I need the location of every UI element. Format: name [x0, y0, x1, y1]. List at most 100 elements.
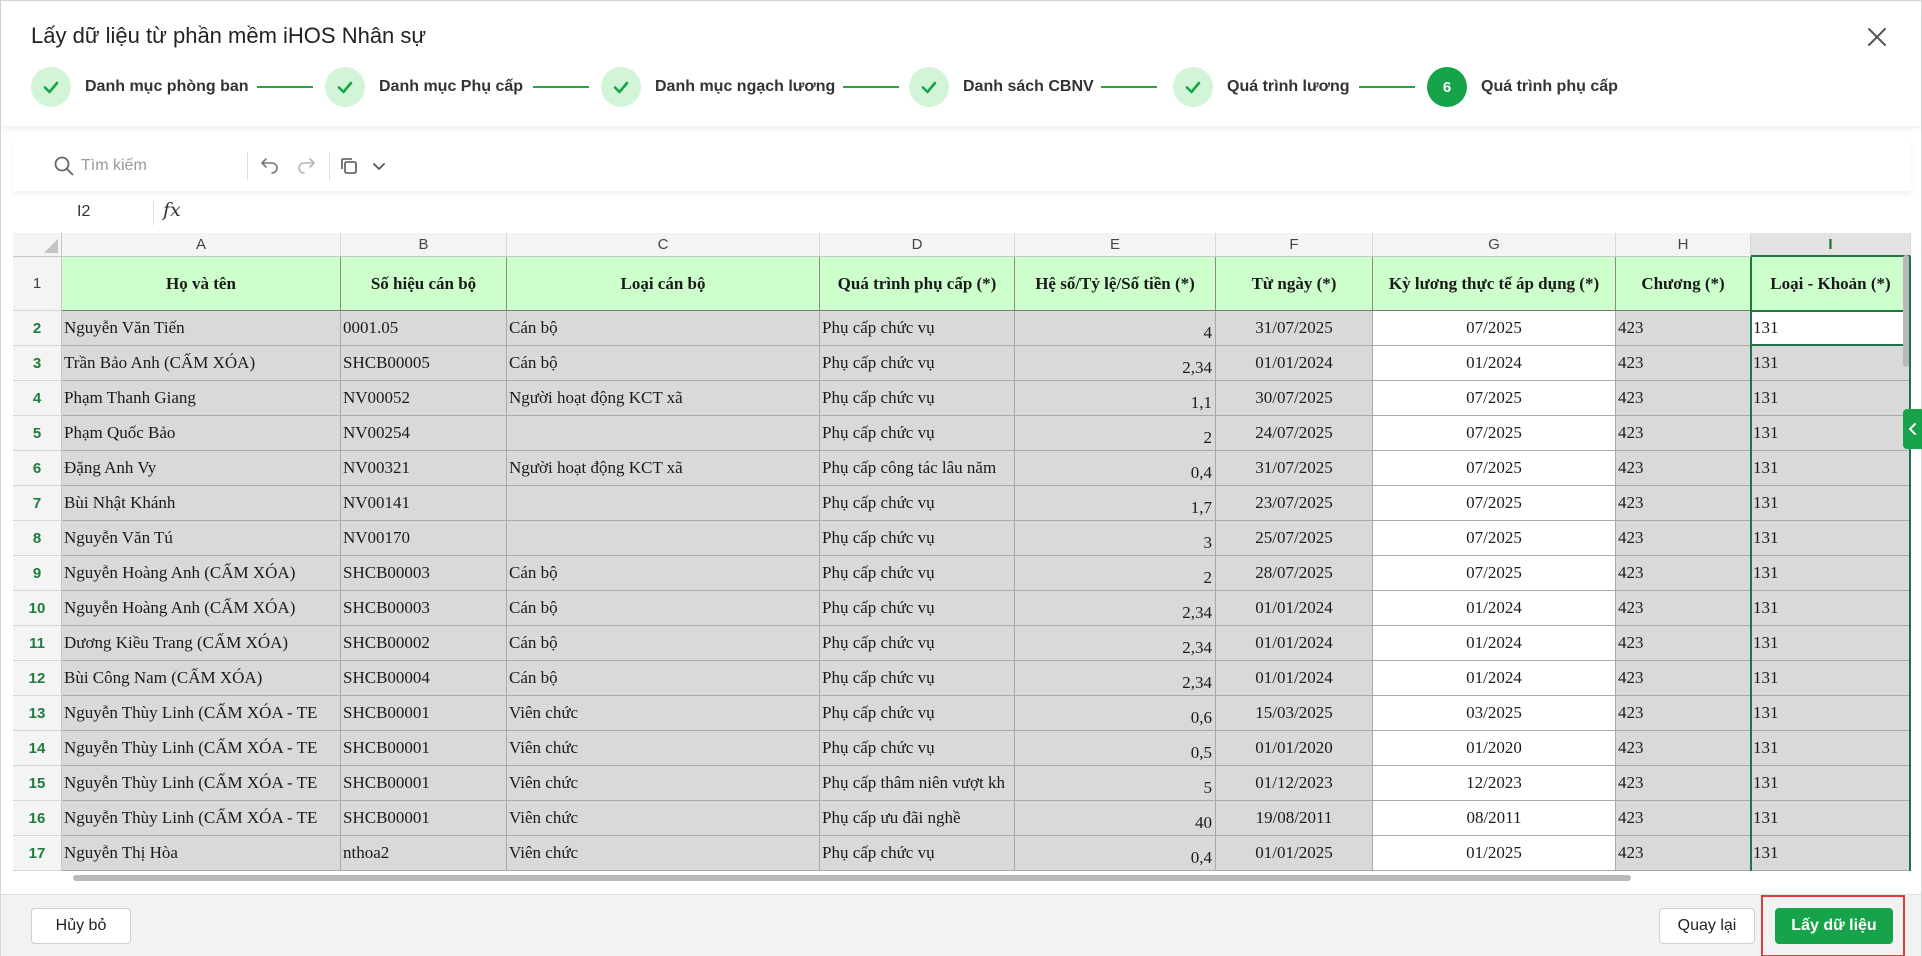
table-cell[interactable]: 131 — [1751, 556, 1911, 591]
table-cell[interactable]: Phụ cấp chức vụ — [820, 416, 1015, 451]
table-cell[interactable]: 01/01/2024 — [1216, 626, 1373, 661]
column-header-d[interactable]: D — [820, 233, 1015, 257]
table-cell[interactable]: 131 — [1751, 381, 1911, 416]
table-cell[interactable]: 423 — [1616, 591, 1751, 626]
side-panel-toggle[interactable] — [1903, 409, 1922, 449]
table-cell[interactable]: Viên chức — [507, 696, 820, 731]
table-cell[interactable]: Người hoạt động KCT xã — [507, 451, 820, 486]
table-cell[interactable]: 07/2025 — [1373, 556, 1616, 591]
table-cell[interactable]: 25/07/2025 — [1216, 521, 1373, 556]
table-cell[interactable]: SHCB00001 — [341, 731, 507, 766]
table-cell[interactable]: 423 — [1616, 381, 1751, 416]
table-cell[interactable]: 423 — [1616, 416, 1751, 451]
table-cell[interactable]: 01/12/2023 — [1216, 766, 1373, 801]
table-cell[interactable]: 01/2024 — [1373, 346, 1616, 381]
table-cell[interactable]: Nguyễn Thị Hòa — [62, 836, 341, 871]
table-cell[interactable]: 423 — [1616, 626, 1751, 661]
table-cell[interactable]: 131 — [1751, 766, 1911, 801]
column-title-cell[interactable]: Từ ngày (*) — [1216, 257, 1373, 311]
table-cell[interactable]: 131 — [1751, 486, 1911, 521]
select-all-corner[interactable] — [13, 233, 62, 257]
table-cell[interactable]: 01/2024 — [1373, 626, 1616, 661]
table-cell[interactable]: 07/2025 — [1373, 381, 1616, 416]
table-cell[interactable]: 01/2024 — [1373, 661, 1616, 696]
row-header[interactable]: 15 — [13, 766, 62, 801]
column-title-cell[interactable]: Loại - Khoản (*) — [1751, 257, 1911, 311]
table-cell[interactable]: Viên chức — [507, 801, 820, 836]
vertical-scrollbar[interactable] — [1903, 255, 1909, 367]
table-cell[interactable]: 131 — [1751, 416, 1911, 451]
table-cell[interactable]: 01/2025 — [1373, 836, 1616, 871]
row-header[interactable]: 1 — [13, 257, 62, 311]
table-cell[interactable]: Cán bộ — [507, 346, 820, 381]
table-cell[interactable]: SHCB00001 — [341, 696, 507, 731]
table-cell[interactable]: 3 — [1015, 521, 1216, 556]
row-header[interactable]: 7 — [13, 486, 62, 521]
table-cell[interactable]: 28/07/2025 — [1216, 556, 1373, 591]
row-header[interactable]: 11 — [13, 626, 62, 661]
table-cell[interactable]: 19/08/2011 — [1216, 801, 1373, 836]
table-cell[interactable]: 0,6 — [1015, 696, 1216, 731]
table-cell[interactable]: SHCB00003 — [341, 556, 507, 591]
table-cell[interactable]: NV00052 — [341, 381, 507, 416]
horizontal-scrollbar[interactable] — [73, 875, 1631, 881]
table-cell[interactable]: 423 — [1616, 311, 1751, 346]
row-header[interactable]: 8 — [13, 521, 62, 556]
row-header[interactable]: 3 — [13, 346, 62, 381]
table-cell[interactable]: Phụ cấp công tác lâu năm — [820, 451, 1015, 486]
column-title-cell[interactable]: Họ và tên — [62, 257, 341, 311]
table-cell[interactable]: 423 — [1616, 346, 1751, 381]
table-cell[interactable]: 131 — [1751, 731, 1911, 766]
table-cell[interactable]: 07/2025 — [1373, 416, 1616, 451]
table-cell[interactable]: Đặng Anh Vy — [62, 451, 341, 486]
table-cell[interactable]: 0,5 — [1015, 731, 1216, 766]
back-button[interactable]: Quay lại — [1659, 908, 1755, 944]
table-cell[interactable]: Phụ cấp chức vụ — [820, 381, 1015, 416]
step-salary-grade-catalog[interactable]: Danh mục ngạch lương — [601, 67, 835, 107]
table-cell[interactable]: Dương Kiều Trang (CẤM XÓA) — [62, 626, 341, 661]
table-cell[interactable]: SHCB00004 — [341, 661, 507, 696]
column-header-e[interactable]: E — [1015, 233, 1216, 257]
table-cell[interactable]: 423 — [1616, 521, 1751, 556]
column-header-c[interactable]: C — [507, 233, 820, 257]
table-cell[interactable]: 08/2011 — [1373, 801, 1616, 836]
table-cell[interactable]: NV00141 — [341, 486, 507, 521]
table-cell[interactable]: Nguyễn Thùy Linh (CẤM XÓA - TE — [62, 766, 341, 801]
table-cell[interactable]: 0,4 — [1015, 836, 1216, 871]
table-cell[interactable]: Nguyễn Thùy Linh (CẤM XÓA - TE — [62, 696, 341, 731]
table-cell[interactable]: Cán bộ — [507, 661, 820, 696]
table-cell[interactable]: 423 — [1616, 486, 1751, 521]
table-cell[interactable]: 23/07/2025 — [1216, 486, 1373, 521]
table-cell[interactable]: Phụ cấp thâm niên vượt kh — [820, 766, 1015, 801]
table-cell[interactable]: Phụ cấp chức vụ — [820, 836, 1015, 871]
table-cell[interactable]: Phụ cấp chức vụ — [820, 626, 1015, 661]
column-header-h[interactable]: H — [1616, 233, 1751, 257]
table-cell[interactable]: 31/07/2025 — [1216, 451, 1373, 486]
column-title-cell[interactable]: Loại cán bộ — [507, 257, 820, 311]
table-cell[interactable]: 1,1 — [1015, 381, 1216, 416]
table-cell[interactable]: 131 — [1751, 346, 1911, 381]
cell-reference[interactable]: I2 — [77, 203, 90, 221]
table-cell[interactable]: Phụ cấp ưu đãi nghề — [820, 801, 1015, 836]
row-header[interactable]: 16 — [13, 801, 62, 836]
table-cell[interactable]: 131 — [1751, 451, 1911, 486]
chevron-down-icon[interactable] — [367, 154, 391, 178]
table-cell[interactable]: 423 — [1616, 731, 1751, 766]
table-cell[interactable]: Cán bộ — [507, 591, 820, 626]
table-cell[interactable]: 131 — [1751, 661, 1911, 696]
table-cell[interactable]: SHCB00002 — [341, 626, 507, 661]
row-header[interactable]: 13 — [13, 696, 62, 731]
table-cell[interactable]: 2,34 — [1015, 346, 1216, 381]
table-cell[interactable]: SHCB00005 — [341, 346, 507, 381]
table-cell[interactable]: 1,7 — [1015, 486, 1216, 521]
column-header-i[interactable]: I — [1751, 233, 1911, 257]
table-cell[interactable]: 2,34 — [1015, 591, 1216, 626]
table-cell[interactable]: 30/07/2025 — [1216, 381, 1373, 416]
table-cell[interactable]: 01/01/2020 — [1216, 731, 1373, 766]
column-title-cell[interactable]: Hệ số/Tỷ lệ/Số tiền (*) — [1015, 257, 1216, 311]
table-cell[interactable]: 01/2024 — [1373, 591, 1616, 626]
table-cell[interactable]: 12/2023 — [1373, 766, 1616, 801]
table-cell[interactable]: 07/2025 — [1373, 451, 1616, 486]
table-cell[interactable]: nthoa2 — [341, 836, 507, 871]
table-cell[interactable]: Bùi Nhật Khánh — [62, 486, 341, 521]
